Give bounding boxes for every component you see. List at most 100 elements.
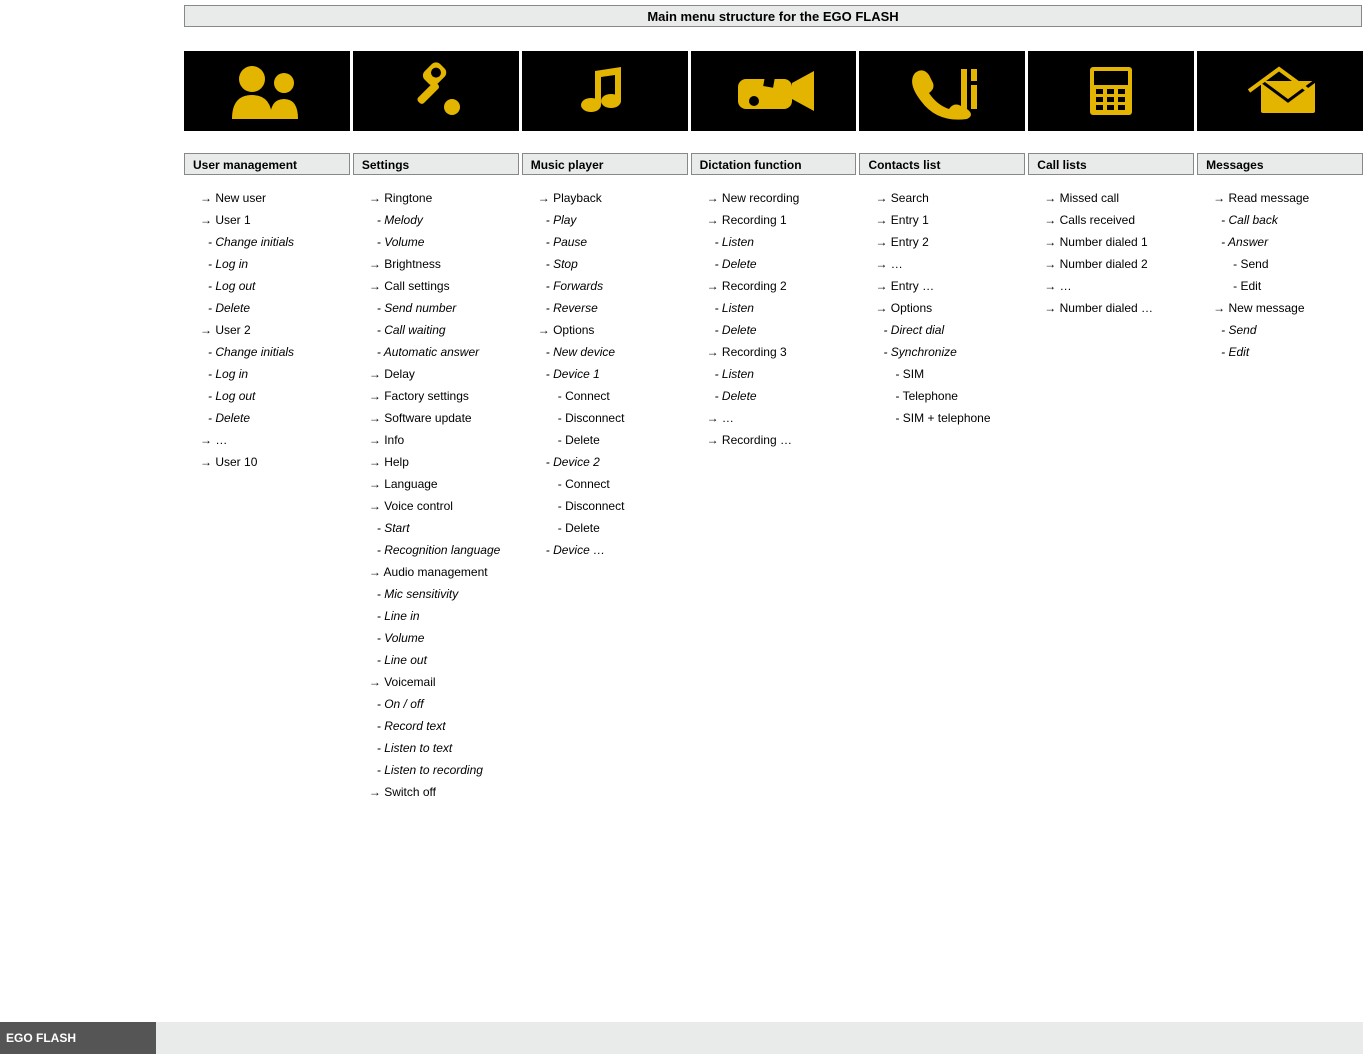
menu-item: Brightness (353, 253, 519, 275)
menu-item: Delay (353, 363, 519, 385)
menu-item: Call waiting (353, 319, 519, 341)
menu-item: Send (1197, 319, 1363, 341)
footer-bar (156, 1022, 1363, 1054)
menu-item: New device (522, 341, 688, 363)
menu-item: SIM (859, 363, 1025, 385)
menu-item: Change initials (184, 341, 350, 363)
menu-item: On / off (353, 693, 519, 715)
menu-item: … (691, 407, 857, 429)
col-header: Call lists (1028, 153, 1194, 175)
menu-item: Mic sensitivity (353, 583, 519, 605)
columns: New userUser 1Change initialsLog inLog o… (184, 187, 1363, 803)
menu-item: Device 1 (522, 363, 688, 385)
menu-item: Volume (353, 231, 519, 253)
menu-item: Start (353, 517, 519, 539)
menu-item: Entry … (859, 275, 1025, 297)
menu-item: Edit (1197, 341, 1363, 363)
menu-item: Delete (691, 385, 857, 407)
menu-item: Call settings (353, 275, 519, 297)
menu-item: Number dialed 1 (1028, 231, 1194, 253)
menu-item: User 10 (184, 451, 350, 473)
menu-item: Listen (691, 363, 857, 385)
dictation-icon (691, 51, 857, 131)
menu-item: Entry 1 (859, 209, 1025, 231)
menu-item: Delete (691, 253, 857, 275)
menu-item: Listen (691, 297, 857, 319)
menu-item: Recording 2 (691, 275, 857, 297)
phone-icon (859, 51, 1025, 131)
menu-item: Listen to text (353, 737, 519, 759)
menu-item: Log out (184, 385, 350, 407)
menu-item: Listen (691, 231, 857, 253)
menu-column: PlaybackPlayPauseStopForwardsReverseOpti… (522, 187, 688, 803)
menu-item: Connect (522, 385, 688, 407)
menu-item: Recognition language (353, 539, 519, 561)
menu-item: … (859, 253, 1025, 275)
users-icon (184, 51, 350, 131)
menu-item: Melody (353, 209, 519, 231)
menu-item: Options (522, 319, 688, 341)
menu-item: Call back (1197, 209, 1363, 231)
menu-column: New recordingRecording 1ListenDeleteReco… (691, 187, 857, 803)
menu-item: Voicemail (353, 671, 519, 693)
col-header: Settings (353, 153, 519, 175)
menu-item: Delete (184, 407, 350, 429)
menu-item: Recording … (691, 429, 857, 451)
menu-item: Number dialed 2 (1028, 253, 1194, 275)
menu-item: Delete (691, 319, 857, 341)
menu-item: Software update (353, 407, 519, 429)
col-header: Dictation function (691, 153, 857, 175)
menu-item: Missed call (1028, 187, 1194, 209)
menu-item: Options (859, 297, 1025, 319)
menu-item: Pause (522, 231, 688, 253)
menu-item: User 1 (184, 209, 350, 231)
menu-item: Synchronize (859, 341, 1025, 363)
menu-item: Listen to recording (353, 759, 519, 781)
settings-icon (353, 51, 519, 131)
menu-item: Disconnect (522, 495, 688, 517)
menu-item: Stop (522, 253, 688, 275)
menu-item: Number dialed … (1028, 297, 1194, 319)
footer: EGO FLASH (0, 1022, 1363, 1054)
menu-item: Log in (184, 253, 350, 275)
page-title: Main menu structure for the EGO FLASH (184, 5, 1362, 27)
menu-item: Reverse (522, 297, 688, 319)
menu-item: Automatic answer (353, 341, 519, 363)
menu-item: Direct dial (859, 319, 1025, 341)
menu-item: Line out (353, 649, 519, 671)
menu-item: Delete (184, 297, 350, 319)
menu-item: Delete (522, 517, 688, 539)
footer-label: EGO FLASH (0, 1022, 156, 1054)
menu-item: Device 2 (522, 451, 688, 473)
menu-item: Read message (1197, 187, 1363, 209)
menu-item: New message (1197, 297, 1363, 319)
menu-item: New user (184, 187, 350, 209)
menu-item: Recording 3 (691, 341, 857, 363)
menu-item: Help (353, 451, 519, 473)
music-icon (522, 51, 688, 131)
menu-item: Search (859, 187, 1025, 209)
col-header: Messages (1197, 153, 1363, 175)
col-header: User management (184, 153, 350, 175)
menu-item: User 2 (184, 319, 350, 341)
menu-item: Disconnect (522, 407, 688, 429)
menu-item: Entry 2 (859, 231, 1025, 253)
menu-item: Recording 1 (691, 209, 857, 231)
menu-column: New userUser 1Change initialsLog inLog o… (184, 187, 350, 803)
menu-item: Answer (1197, 231, 1363, 253)
menu-item: Line in (353, 605, 519, 627)
menu-item: Calls received (1028, 209, 1194, 231)
menu-item: New recording (691, 187, 857, 209)
menu-item: Telephone (859, 385, 1025, 407)
menu-item: Forwards (522, 275, 688, 297)
menu-item: Connect (522, 473, 688, 495)
menu-column: RingtoneMelodyVolumeBrightnessCall setti… (353, 187, 519, 803)
menu-item: SIM + telephone (859, 407, 1025, 429)
col-header: Music player (522, 153, 688, 175)
menu-item: Volume (353, 627, 519, 649)
headers-row: User management Settings Music player Di… (184, 153, 1363, 175)
menu-column: Missed callCalls receivedNumber dialed 1… (1028, 187, 1194, 803)
menu-item: … (1028, 275, 1194, 297)
menu-item: Log in (184, 363, 350, 385)
messages-icon (1197, 51, 1363, 131)
